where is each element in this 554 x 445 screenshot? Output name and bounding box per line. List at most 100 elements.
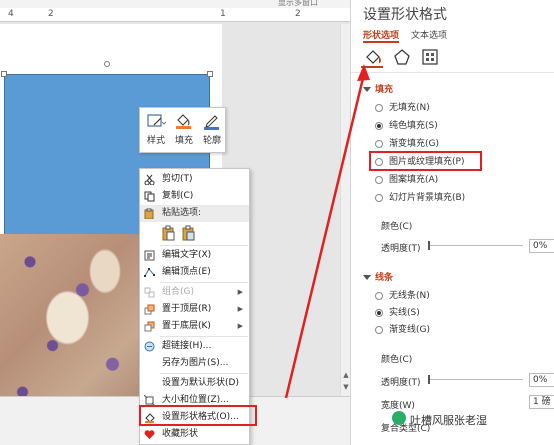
menu-item-label: 置于顶层(R): [162, 304, 212, 314]
menu-item-favorite-shape[interactable]: 收藏形状: [140, 426, 249, 443]
scroll-page-up-icon[interactable]: ▲: [341, 370, 350, 380]
vertical-scrollbar[interactable]: ▲ ▼: [340, 24, 350, 396]
tab-text-options[interactable]: 文本选项: [411, 28, 447, 41]
menu-item-label: 设置为默认形状(D): [162, 378, 239, 388]
submenu-arrow-icon: ▶: [237, 322, 243, 330]
slider-track: [428, 379, 523, 380]
active-tab-indicator: [363, 41, 399, 43]
scroll-page-down-icon[interactable]: ▼: [341, 382, 350, 392]
resize-handle[interactable]: [1, 71, 7, 77]
radio-solid-line[interactable]: 实线(S): [375, 306, 420, 320]
horizontal-ruler: 4 2 1 2: [0, 8, 350, 22]
menu-item-send-to-back[interactable]: 置于底层(K) ▶: [140, 318, 249, 335]
wechat-logo-icon: [392, 411, 406, 425]
menu-item-cut[interactable]: 剪切(T): [140, 171, 249, 188]
group-icon: [144, 287, 155, 298]
ruler-number: 1: [220, 9, 226, 19]
line-width-label: 宽度(W): [381, 401, 415, 411]
resize-handle[interactable]: [207, 71, 213, 77]
style-button[interactable]: 样式: [143, 112, 169, 150]
menu-item-label: 另存为图片(S)...: [162, 358, 229, 368]
radio-label: 实线(S): [389, 308, 420, 318]
radio-label: 图案填充(A): [389, 175, 439, 185]
radio-button[interactable]: [375, 292, 383, 300]
menu-item-label: 剪切(T): [162, 174, 193, 184]
radio-button-selected[interactable]: [375, 309, 383, 317]
radio-label: 渐变填充(G): [389, 139, 439, 149]
radio-gradient-fill[interactable]: 渐变填充(G): [375, 137, 439, 151]
menu-item-copy[interactable]: 复制(C): [140, 188, 249, 205]
radio-slide-background-fill[interactable]: 幻灯片背景填充(B): [375, 191, 465, 205]
paint-bucket-icon: [174, 112, 194, 130]
ruler-number: 4: [8, 9, 14, 19]
radio-label: 幻灯片背景填充(B): [389, 193, 466, 203]
menu-item-edit-text[interactable]: 编辑文字(X): [140, 247, 249, 264]
pane-title: 设置形状格式: [363, 7, 447, 23]
radio-solid-fill[interactable]: 纯色填充(S): [375, 119, 438, 133]
radio-button-selected[interactable]: [375, 122, 383, 130]
bring-front-icon: [144, 304, 155, 315]
fill-transparency-input[interactable]: 0%: [529, 239, 554, 253]
top-strip: 显示多窗口: [0, 0, 350, 8]
radio-button[interactable]: [375, 194, 383, 202]
style-label: 样式: [146, 136, 165, 146]
context-menu: 剪切(T) 复制(C) 粘贴选项: 编辑文字(X) 编辑顶点(E) 组合(G) …: [139, 168, 250, 445]
show-multi-window-label[interactable]: 显示多窗口: [278, 0, 318, 8]
outline-button[interactable]: 轮廓: [199, 112, 225, 150]
submenu-arrow-icon: ▶: [237, 305, 243, 313]
line-width-input[interactable]: 1 磅: [529, 395, 554, 409]
menu-item-label: 粘贴选项:: [162, 208, 202, 218]
slider-thumb[interactable]: [428, 241, 430, 250]
paste-icon: [144, 208, 155, 220]
menu-item-save-as-picture[interactable]: 另存为图片(S)...: [140, 355, 249, 372]
fill-line-category-icon[interactable]: [363, 47, 385, 67]
microscopy-image[interactable]: [0, 234, 150, 420]
fill-transparency-label: 透明度(T): [381, 244, 421, 254]
radio-label: 渐变线(G): [389, 325, 430, 335]
menu-item-label: 收藏形状: [162, 429, 199, 439]
radio-no-fill[interactable]: 无填充(N): [375, 101, 430, 115]
fill-transparency-slider[interactable]: [428, 240, 523, 250]
send-back-icon: [144, 321, 155, 332]
picture-fill-highlight: [369, 151, 482, 171]
radio-label: 无填充(N): [389, 103, 430, 113]
menu-item-hyperlink[interactable]: 超链接(H)...: [140, 338, 249, 355]
slider-track: [428, 245, 523, 246]
menu-item-label: 组合(G): [162, 287, 194, 297]
size-properties-category-icon[interactable]: [419, 47, 441, 67]
slider-thumb[interactable]: [428, 375, 430, 384]
line-section-header[interactable]: 线条: [363, 270, 393, 283]
heart-icon: [144, 429, 155, 440]
paste-keep-format-icon[interactable]: [162, 225, 176, 241]
radio-no-line[interactable]: 无线条(N): [375, 289, 430, 303]
fill-section-label: 填充: [375, 85, 394, 95]
fill-label: 填充: [174, 136, 193, 146]
radio-button[interactable]: [375, 104, 383, 112]
menu-item-edit-points[interactable]: 编辑顶点(E): [140, 264, 249, 281]
rotate-handle[interactable]: [104, 61, 110, 67]
effects-category-icon[interactable]: [391, 47, 413, 67]
fill-section-header[interactable]: 填充: [363, 82, 393, 95]
pane-divider: [351, 72, 554, 73]
menu-item-set-default-shape[interactable]: 设置为默认形状(D): [140, 375, 249, 392]
line-transparency-label: 透明度(T): [381, 378, 421, 388]
edit-points-icon: [144, 267, 155, 278]
line-transparency-input[interactable]: 0%: [529, 373, 554, 387]
fill-button[interactable]: 填充: [171, 112, 197, 150]
outline-label: 轮廓: [202, 136, 221, 146]
menu-separator: [160, 282, 248, 283]
radio-label: 无线条(N): [389, 291, 430, 301]
radio-pattern-fill[interactable]: 图案填充(A): [375, 173, 438, 187]
radio-button[interactable]: [375, 140, 383, 148]
menu-item-group: 组合(G) ▶: [140, 284, 249, 301]
menu-item-bring-to-front[interactable]: 置于顶层(R) ▶: [140, 301, 249, 318]
format-shape-highlight: [139, 405, 257, 426]
radio-button[interactable]: [375, 176, 383, 184]
menu-item-label: 超链接(H)...: [162, 341, 212, 351]
radio-gradient-line[interactable]: 渐变线(G): [375, 323, 430, 337]
tab-shape-options[interactable]: 形状选项: [363, 28, 399, 41]
line-transparency-slider[interactable]: [428, 374, 523, 384]
radio-label: 纯色填充(S): [389, 121, 438, 131]
radio-button[interactable]: [375, 326, 383, 334]
paste-picture-icon[interactable]: [182, 225, 196, 241]
